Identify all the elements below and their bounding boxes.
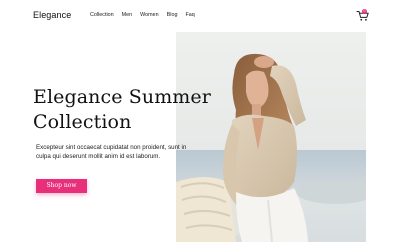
cart-count-badge: 0 xyxy=(362,9,367,14)
hero-title: Elegance Summer Collection xyxy=(33,85,211,135)
nav-item-blog[interactable]: Blog xyxy=(167,12,178,18)
nav-item-men[interactable]: Men xyxy=(122,12,133,18)
top-navigation: Elegance Collection Men Women Blog Faq 0 xyxy=(0,0,400,32)
hero-description: Excepteur sint occaecat cupidatat non pr… xyxy=(36,143,216,161)
hero-description-line-2: culpa qui deserunt mollit anim id est la… xyxy=(36,153,161,160)
hero-title-line-2: Collection xyxy=(33,111,132,133)
hero-title-line-1: Elegance Summer xyxy=(33,86,211,108)
main-menu: Collection Men Women Blog Faq xyxy=(90,12,195,18)
hero-description-line-1: Excepteur sint occaecat cupidatat non pr… xyxy=(36,144,187,151)
nav-item-faq[interactable]: Faq xyxy=(185,12,194,18)
brand-logo[interactable]: Elegance xyxy=(33,10,71,20)
hero-model-image xyxy=(176,32,366,242)
shop-now-button[interactable]: Shop now xyxy=(36,179,87,193)
nav-item-collection[interactable]: Collection xyxy=(90,12,114,18)
nav-item-women[interactable]: Women xyxy=(140,12,158,18)
